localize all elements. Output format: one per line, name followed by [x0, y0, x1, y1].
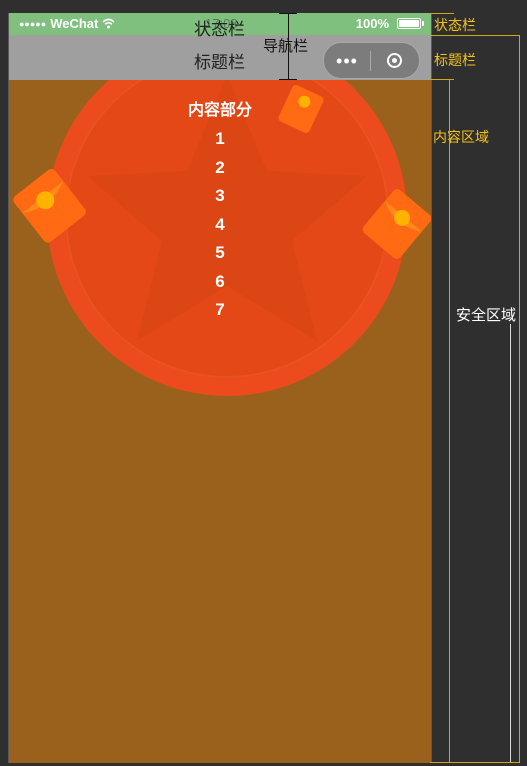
content-area-annotation: 内容区域: [433, 129, 489, 145]
content-line: 4: [215, 214, 225, 234]
content-area-guide: [449, 80, 450, 763]
content-line: 2: [215, 157, 225, 177]
carrier-label: WeChat: [50, 16, 99, 31]
guide-line: [430, 35, 520, 36]
phone-screen: ●●●●● WeChat 17:08 100% 状态栏 标题栏 ••• 内容部分: [8, 13, 432, 763]
battery-icon: [397, 18, 424, 29]
nav-bar-bracket-cap: [279, 13, 297, 14]
battery-fill: [399, 20, 419, 27]
status-left: ●●●●● WeChat: [19, 16, 115, 31]
guide-line: [430, 762, 520, 763]
safe-area-marker: [510, 324, 511, 762]
nav-bar-label: 导航栏: [263, 38, 309, 55]
content-line: 1: [215, 129, 225, 148]
signal-icon: ●●●●●: [19, 18, 47, 29]
content-section: 内容部分 1 2 3 4 5 6 7: [9, 97, 431, 325]
guide-line: [430, 79, 454, 80]
safe-area-guide: [519, 35, 520, 763]
content-line: 7: [215, 300, 225, 319]
title-bar-overlay-label: 标题栏: [194, 53, 245, 72]
guide-line: [430, 13, 454, 14]
target-icon: [386, 53, 402, 68]
nav-bar-bracket-cap: [279, 79, 297, 80]
close-capsule-button[interactable]: [371, 53, 417, 68]
content-line: 6: [215, 271, 225, 291]
content-heading: 内容部分: [187, 102, 252, 119]
more-dots-icon[interactable]: •••: [324, 51, 370, 71]
title-bar-annotation: 标题栏: [434, 52, 476, 68]
safe-area-annotation: 安全区域: [456, 307, 517, 324]
mini-program-capsule: •••: [323, 42, 420, 79]
status-bar-overlay-label: 状态栏: [194, 20, 245, 39]
content-line: 5: [215, 243, 225, 262]
status-bar-annotation: 状态栏: [434, 17, 476, 33]
wifi-icon: [102, 18, 115, 29]
content-line: 3: [215, 186, 225, 205]
status-right: 100%: [355, 16, 424, 31]
battery-percent: 100%: [355, 16, 389, 31]
